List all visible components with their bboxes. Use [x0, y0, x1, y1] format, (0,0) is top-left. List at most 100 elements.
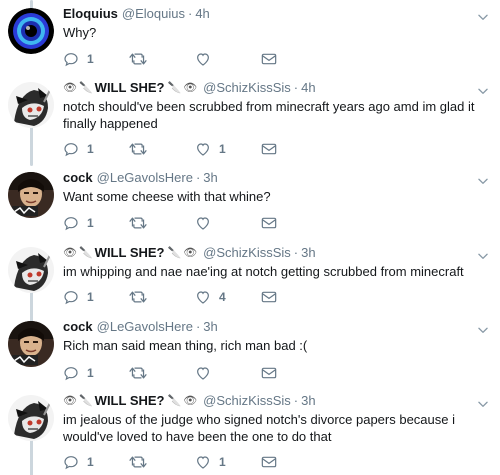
retweet-icon	[129, 454, 147, 470]
timestamp[interactable]: 4h	[301, 80, 315, 96]
direct-message-button[interactable]	[261, 290, 277, 304]
avatar[interactable]	[8, 172, 54, 218]
avatar[interactable]	[8, 82, 54, 128]
direct-message-button[interactable]	[261, 52, 277, 66]
direct-message-button[interactable]	[261, 142, 277, 156]
tweet-header: 👁 🔪 WILL SHE? 🔪 👁 @SchizKissSis · 3h	[63, 245, 488, 261]
display-name[interactable]: Eloquius	[63, 6, 118, 22]
avatar[interactable]	[8, 8, 54, 54]
tweet-actions: 11	[63, 453, 277, 471]
user-handle[interactable]: @LeGavolsHere	[97, 170, 193, 186]
timestamp[interactable]: 4h	[195, 6, 209, 22]
tweet-header: Eloquius @Eloquius · 4h	[63, 6, 488, 22]
separator-dot: ·	[187, 6, 193, 21]
tweet-actions: 11	[63, 140, 277, 158]
like-button[interactable]: 1	[195, 454, 261, 470]
reply-button[interactable]: 1	[63, 51, 129, 67]
envelope-icon	[261, 290, 277, 304]
tweet-text: Want some cheese with that whine?	[63, 189, 271, 204]
display-name[interactable]: WILL SHE?	[95, 80, 165, 96]
heart-icon	[195, 289, 211, 305]
timestamp[interactable]: 3h	[301, 393, 315, 409]
envelope-icon	[261, 142, 277, 156]
display-name[interactable]: WILL SHE?	[95, 245, 165, 261]
reply-button[interactable]: 1	[63, 141, 129, 157]
heart-icon	[195, 215, 211, 231]
retweet-button[interactable]	[129, 141, 195, 157]
display-name[interactable]: WILL SHE?	[95, 393, 165, 409]
tweet-text: Rich man said mean thing, rich man bad :…	[63, 338, 308, 353]
envelope-icon	[261, 216, 277, 230]
retweet-icon	[129, 215, 147, 231]
avatar[interactable]	[8, 321, 54, 367]
reply-count: 1	[87, 455, 94, 469]
user-handle[interactable]: @SchizKissSis	[203, 80, 291, 96]
reply-count: 1	[87, 290, 94, 304]
chevron-down-icon[interactable]	[476, 84, 490, 98]
reply-count: 1	[87, 52, 94, 66]
eye-icon: 👁	[183, 247, 198, 259]
tweet-header: cock @LeGavolsHere · 3h	[63, 170, 488, 186]
tweet-text: im whipping and nae nae'ing at notch get…	[63, 264, 464, 279]
avatar[interactable]	[8, 395, 54, 441]
reply-button[interactable]: 1	[63, 289, 129, 305]
timestamp[interactable]: 3h	[203, 170, 217, 186]
chevron-down-icon[interactable]	[476, 174, 490, 188]
direct-message-button[interactable]	[261, 455, 277, 469]
like-button[interactable]: 1	[195, 141, 261, 157]
knife-icon: 🔪	[167, 82, 182, 94]
chevron-down-icon[interactable]	[476, 323, 490, 337]
retweet-button[interactable]	[129, 289, 195, 305]
like-button[interactable]	[195, 51, 261, 67]
tweet-header: 👁 🔪 WILL SHE? 🔪 👁 @SchizKissSis · 3h	[63, 393, 488, 409]
reply-icon	[63, 141, 79, 157]
separator-dot: ·	[293, 393, 299, 408]
retweet-icon	[129, 51, 147, 67]
tweet-actions: 1	[63, 364, 277, 382]
display-name[interactable]: cock	[63, 319, 93, 335]
heart-icon	[195, 51, 211, 67]
knife-icon: 🔪	[78, 247, 93, 259]
display-name[interactable]: cock	[63, 170, 93, 186]
reply-button[interactable]: 1	[63, 454, 129, 470]
retweet-button[interactable]	[129, 365, 195, 381]
avatar[interactable]	[8, 247, 54, 293]
like-button[interactable]	[195, 365, 261, 381]
retweet-icon	[129, 289, 147, 305]
like-count: 1	[219, 142, 226, 156]
like-button[interactable]	[195, 215, 261, 231]
user-handle[interactable]: @SchizKissSis	[203, 393, 291, 409]
timestamp[interactable]: 3h	[301, 245, 315, 261]
thread-connector-line	[30, 439, 33, 475]
like-count: 4	[219, 290, 226, 304]
separator-dot: ·	[195, 170, 201, 185]
chevron-down-icon[interactable]	[476, 249, 490, 263]
retweet-button[interactable]	[129, 215, 195, 231]
reply-icon	[63, 454, 79, 470]
retweet-button[interactable]	[129, 51, 195, 67]
reply-icon	[63, 215, 79, 231]
reply-button[interactable]: 1	[63, 215, 129, 231]
envelope-icon	[261, 52, 277, 66]
knife-icon: 🔪	[167, 395, 182, 407]
user-handle[interactable]: @Eloquius	[122, 6, 185, 22]
retweet-icon	[129, 365, 147, 381]
envelope-icon	[261, 455, 277, 469]
chevron-down-icon[interactable]	[476, 10, 490, 24]
eye-icon: 👁	[183, 82, 198, 94]
reply-icon	[63, 289, 79, 305]
reply-icon	[63, 365, 79, 381]
direct-message-button[interactable]	[261, 216, 277, 230]
like-count: 1	[219, 455, 226, 469]
reply-button[interactable]: 1	[63, 365, 129, 381]
envelope-icon	[261, 366, 277, 380]
direct-message-button[interactable]	[261, 366, 277, 380]
retweet-button[interactable]	[129, 454, 195, 470]
tweet-text: Why?	[63, 25, 97, 40]
tweet-actions: 1	[63, 214, 277, 232]
chevron-down-icon[interactable]	[476, 397, 490, 411]
like-button[interactable]: 4	[195, 289, 261, 305]
user-handle[interactable]: @SchizKissSis	[203, 245, 291, 261]
timestamp[interactable]: 3h	[203, 319, 217, 335]
user-handle[interactable]: @LeGavolsHere	[97, 319, 193, 335]
